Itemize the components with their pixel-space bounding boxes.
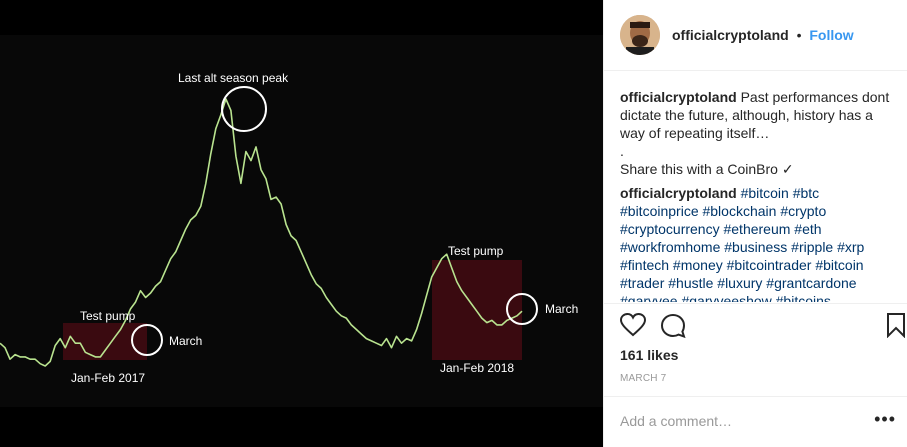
caption-text-3: Share this with a CoinBro ✓ (620, 161, 794, 177)
peak-circle (221, 86, 267, 132)
heart-icon[interactable] (620, 313, 646, 337)
chart: Last alt season peak Test pump March Jan… (0, 71, 578, 385)
chart-annotation-test-pump-2018: Test pump (448, 244, 504, 258)
caption: officialcryptoland Past performances don… (620, 88, 892, 178)
hashtags-links[interactable]: #bitcoin #btc #bitcoinprice #blockchain … (620, 185, 864, 302)
add-comment-bar: ••• (604, 396, 907, 447)
caption-username[interactable]: officialcryptoland (620, 89, 737, 105)
likes-count[interactable]: 161 likes (620, 347, 678, 363)
avatar[interactable] (620, 15, 660, 55)
chart-annotation-jan-feb-2018: Jan-Feb 2018 (440, 361, 514, 375)
comment-input[interactable] (620, 411, 850, 431)
hashtag-comment: officialcryptoland #bitcoin #btc #bitcoi… (620, 184, 892, 302)
bookmark-icon[interactable] (886, 312, 906, 338)
highlight-region-2017 (63, 323, 147, 360)
post-media: Last alt season peak Test pump March Jan… (0, 0, 603, 447)
post-header: officialcryptoland • Follow (604, 0, 907, 71)
chart-annotation-peak: Last alt season peak (178, 71, 289, 85)
avatar-image (620, 15, 660, 55)
separator-dot: • (796, 27, 802, 43)
chart-annotation-test-pump-2017: Test pump (80, 309, 136, 323)
chart-annotation-march-2017: March (169, 334, 202, 348)
header-text: officialcryptoland • Follow (672, 27, 854, 43)
chart-annotation-jan-feb-2017: Jan-Feb 2017 (71, 371, 145, 385)
chart-annotation-march-2018: March (545, 302, 578, 316)
comment-username[interactable]: officialcryptoland (620, 185, 737, 201)
comments-section: officialcryptoland Past performances don… (620, 88, 892, 302)
more-options-icon[interactable]: ••• (874, 410, 896, 428)
username-link[interactable]: officialcryptoland (672, 27, 789, 43)
caption-text-2: . (620, 143, 624, 159)
follow-button[interactable]: Follow (809, 27, 853, 43)
actions-divider (604, 303, 907, 305)
highlight-region-2018 (432, 260, 522, 360)
comment-icon[interactable] (660, 313, 686, 339)
post-date: MARCH 7 (620, 373, 667, 384)
post-side-panel: officialcryptoland • Follow officialcryp… (603, 0, 907, 447)
